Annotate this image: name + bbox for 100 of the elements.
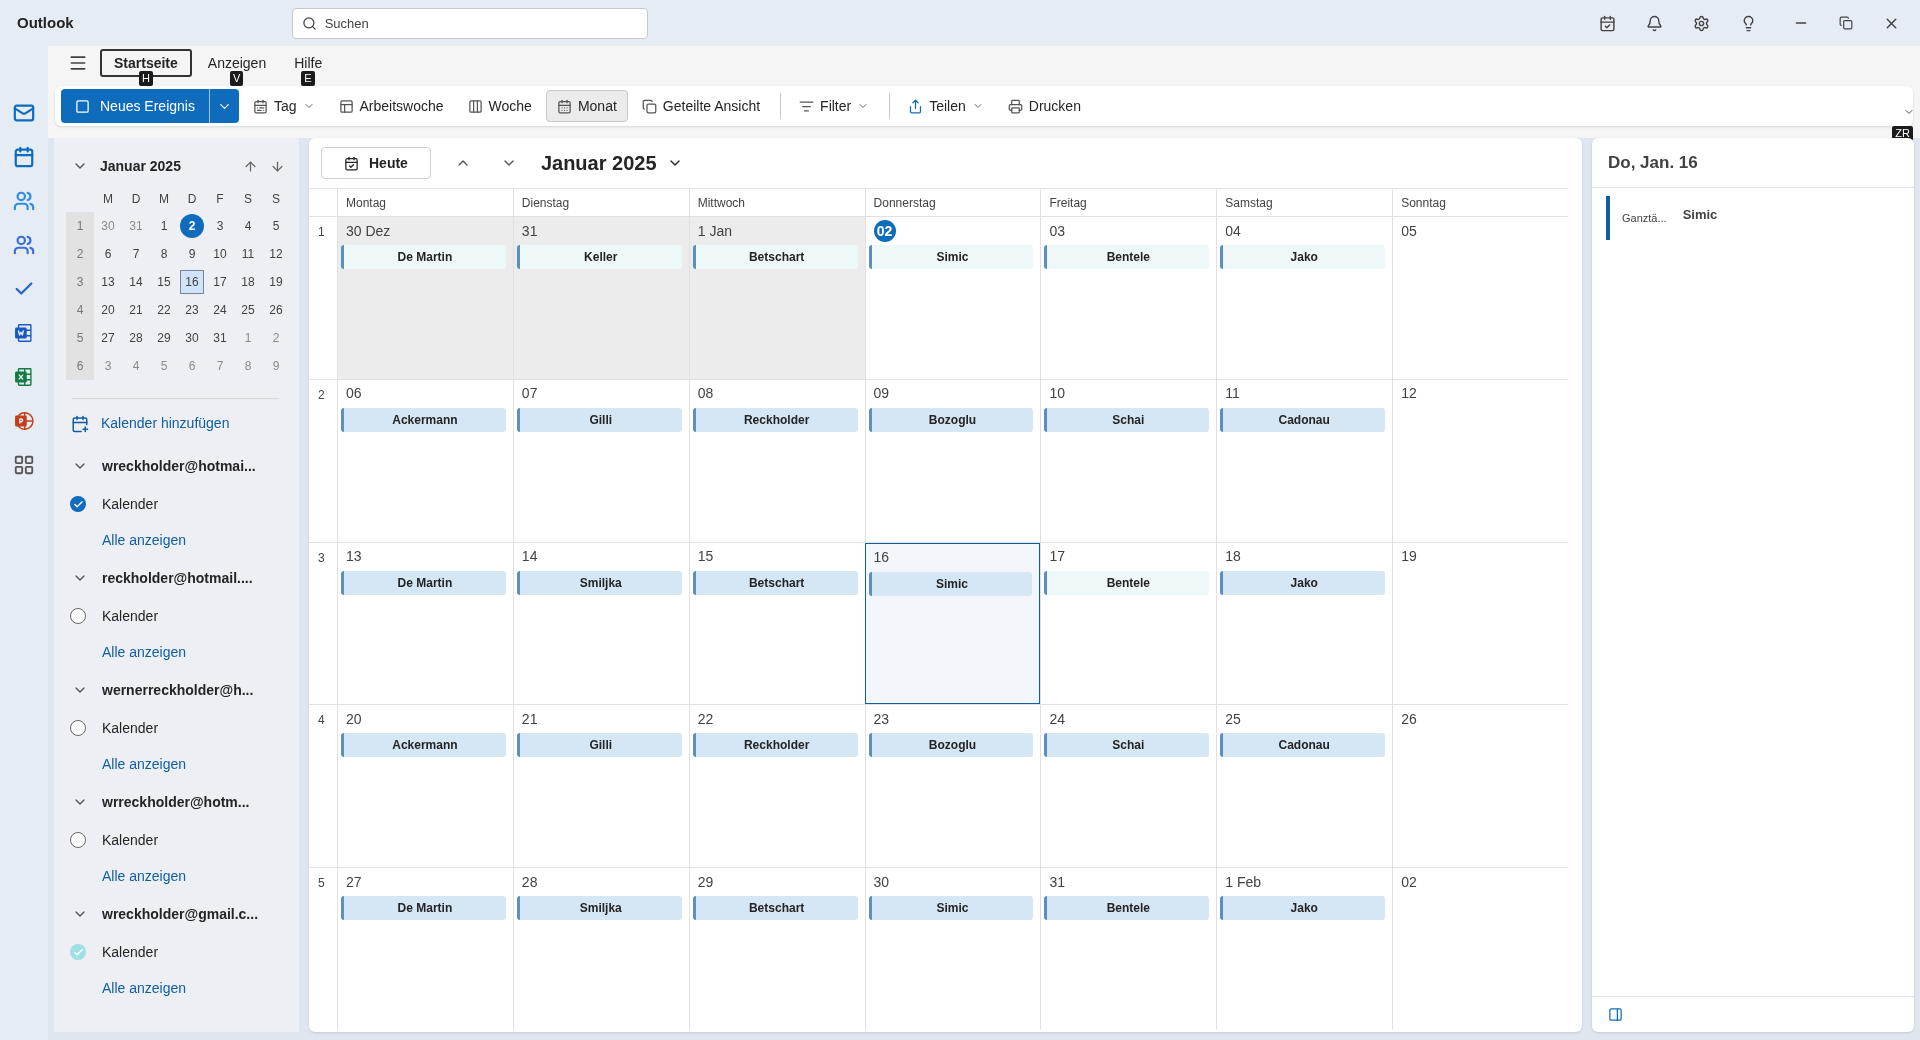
mini-calendar-day[interactable]: 11 bbox=[236, 242, 260, 266]
month-title-dropdown[interactable]: Januar 2025 bbox=[540, 148, 683, 178]
mini-calendar-day[interactable]: 24 bbox=[208, 298, 232, 322]
mini-calendar-day[interactable]: 25 bbox=[236, 298, 260, 322]
day-cell[interactable]: 08 Reckholder bbox=[688, 379, 865, 542]
apps-icon[interactable] bbox=[13, 454, 35, 476]
mini-calendar-day[interactable]: 19 bbox=[264, 270, 288, 294]
event-chip[interactable]: Betschart bbox=[692, 245, 858, 269]
event-chip[interactable]: Jako bbox=[1220, 245, 1386, 269]
toolbar-button[interactable]: Teilen bbox=[883, 90, 994, 122]
calendar-checkbox[interactable] bbox=[70, 720, 86, 736]
event-chip[interactable]: Simic bbox=[868, 245, 1034, 269]
mini-calendar-day[interactable]: 26 bbox=[264, 298, 288, 322]
day-cell[interactable]: 02 bbox=[1392, 868, 1568, 1030]
event-chip[interactable]: Jako bbox=[1220, 896, 1386, 921]
mini-calendar-day[interactable]: 4 bbox=[236, 214, 260, 238]
event-chip[interactable]: Betschart bbox=[692, 896, 858, 921]
day-cell[interactable]: 03 Bentele bbox=[1040, 217, 1217, 379]
mini-calendar-day[interactable]: 30 bbox=[180, 326, 204, 350]
toolbar-button[interactable]: Monat bbox=[545, 90, 628, 122]
day-cell[interactable]: 10 Schai bbox=[1040, 379, 1217, 542]
toolbar-button[interactable]: Tag bbox=[242, 90, 325, 122]
day-cell[interactable]: 06 Ackermann bbox=[337, 379, 513, 542]
event-chip[interactable]: Bentele bbox=[1044, 570, 1210, 595]
event-chip[interactable]: Smiljka bbox=[516, 896, 682, 921]
show-all-link[interactable]: Alle anzeigen bbox=[102, 746, 285, 782]
day-cell[interactable]: 29 Betschart bbox=[688, 868, 865, 1030]
event-chip[interactable]: Jako bbox=[1220, 570, 1386, 595]
calendar-check-icon[interactable] bbox=[1599, 14, 1616, 32]
day-cell[interactable]: 22 Reckholder bbox=[688, 705, 865, 868]
event-chip[interactable]: Simic bbox=[868, 896, 1034, 921]
mini-calendar-day[interactable]: 31 bbox=[208, 326, 232, 350]
mini-calendar-day[interactable]: 28 bbox=[124, 326, 148, 350]
mini-calendar-day[interactable]: 21 bbox=[124, 298, 148, 322]
event-chip[interactable]: Gilli bbox=[516, 407, 682, 432]
event-chip[interactable]: Bentele bbox=[1044, 245, 1210, 269]
mini-calendar-day[interactable]: 22 bbox=[152, 298, 176, 322]
event-chip[interactable]: Ackermann bbox=[341, 733, 506, 758]
show-all-link[interactable]: Alle anzeigen bbox=[102, 970, 285, 1006]
mini-calendar-day[interactable]: 3 bbox=[208, 214, 232, 238]
event-chip[interactable]: Reckholder bbox=[692, 733, 858, 758]
mini-calendar-day[interactable]: 8 bbox=[152, 242, 176, 266]
add-calendar-link[interactable]: Kalender hinzufügen bbox=[71, 413, 285, 434]
show-all-link[interactable]: Alle anzeigen bbox=[102, 634, 285, 670]
mini-calendar-day[interactable]: 27 bbox=[96, 326, 120, 350]
event-chip[interactable]: Cadonau bbox=[1220, 407, 1386, 432]
day-cell[interactable]: 16 Simic bbox=[864, 542, 1041, 705]
calendar-name[interactable]: Kalender bbox=[102, 605, 159, 627]
new-event-dropdown[interactable] bbox=[208, 89, 239, 123]
day-cell[interactable]: 15 Betschart bbox=[688, 542, 865, 705]
calendar-checkbox[interactable] bbox=[70, 832, 86, 848]
day-cell[interactable]: 23 Bozoglu bbox=[864, 705, 1041, 868]
toolbar-button[interactable]: Filter bbox=[774, 90, 880, 122]
day-cell[interactable]: 25 Cadonau bbox=[1216, 705, 1393, 868]
day-cell[interactable]: 31 Keller bbox=[512, 217, 689, 379]
day-cell[interactable]: 04 Jako bbox=[1216, 217, 1393, 379]
day-cell[interactable]: 24 Schai bbox=[1040, 705, 1217, 868]
event-chip[interactable]: Reckholder bbox=[692, 407, 858, 432]
previous-month-icon[interactable] bbox=[243, 158, 258, 174]
day-cell[interactable]: 12 bbox=[1392, 379, 1568, 542]
day-cell[interactable]: 30 Dez De Martin bbox=[337, 217, 513, 379]
day-cell[interactable]: 18 Jako bbox=[1216, 542, 1393, 705]
event-chip[interactable]: Bentele bbox=[1044, 896, 1210, 921]
mini-calendar-day[interactable]: 29 bbox=[152, 326, 176, 350]
calendar-checkbox[interactable] bbox=[70, 496, 86, 512]
mini-calendar-day[interactable]: 7 bbox=[124, 242, 148, 266]
event-chip[interactable]: Gilli bbox=[516, 733, 682, 758]
mail-icon[interactable] bbox=[13, 102, 35, 124]
toolbar-button[interactable]: Geteilte Ansicht bbox=[631, 90, 771, 122]
day-cell[interactable]: 17 Bentele bbox=[1040, 542, 1217, 705]
event-chip[interactable]: Schai bbox=[1044, 407, 1210, 432]
mini-calendar-day[interactable]: 13 bbox=[96, 270, 120, 294]
mini-calendar-day[interactable]: 10 bbox=[208, 242, 232, 266]
event-chip[interactable]: Smiljka bbox=[516, 570, 682, 595]
mini-calendar-day[interactable]: 15 bbox=[152, 270, 176, 294]
all-day-event[interactable]: Ganztä... Simic bbox=[1606, 196, 1900, 240]
mini-calendar-day[interactable]: 17 bbox=[208, 270, 232, 294]
toolbar-button[interactable]: Drucken bbox=[997, 90, 1091, 122]
day-cell[interactable]: 31 Bentele bbox=[1040, 868, 1217, 1030]
calendar-name[interactable]: Kalender bbox=[102, 941, 159, 963]
event-chip[interactable]: Ackermann bbox=[341, 407, 506, 432]
day-cell[interactable]: 11 Cadonau bbox=[1216, 379, 1393, 542]
day-cell[interactable]: 02 Simic bbox=[864, 217, 1041, 379]
day-cell[interactable]: 19 bbox=[1392, 542, 1568, 705]
day-cell[interactable]: 26 bbox=[1392, 705, 1568, 868]
event-chip[interactable]: Keller bbox=[516, 245, 682, 269]
day-cell[interactable]: 13 De Martin bbox=[337, 542, 513, 705]
mini-calendar-day[interactable]: 5 bbox=[264, 214, 288, 238]
mini-calendar-day[interactable]: 14 bbox=[124, 270, 148, 294]
day-cell[interactable]: 21 Gilli bbox=[512, 705, 689, 868]
next-month-icon[interactable] bbox=[270, 158, 285, 174]
day-cell[interactable]: 30 Simic bbox=[864, 868, 1041, 1030]
event-chip[interactable]: De Martin bbox=[341, 570, 506, 595]
calendar-checkbox[interactable] bbox=[70, 608, 86, 624]
event-chip[interactable]: Cadonau bbox=[1220, 733, 1386, 758]
mini-calendar-day[interactable]: 6 bbox=[96, 242, 120, 266]
day-cell[interactable]: 27 De Martin bbox=[337, 868, 513, 1030]
menu-icon[interactable] bbox=[68, 53, 88, 73]
mini-calendar-day[interactable]: 20 bbox=[96, 298, 120, 322]
show-all-link[interactable]: Alle anzeigen bbox=[102, 858, 285, 894]
